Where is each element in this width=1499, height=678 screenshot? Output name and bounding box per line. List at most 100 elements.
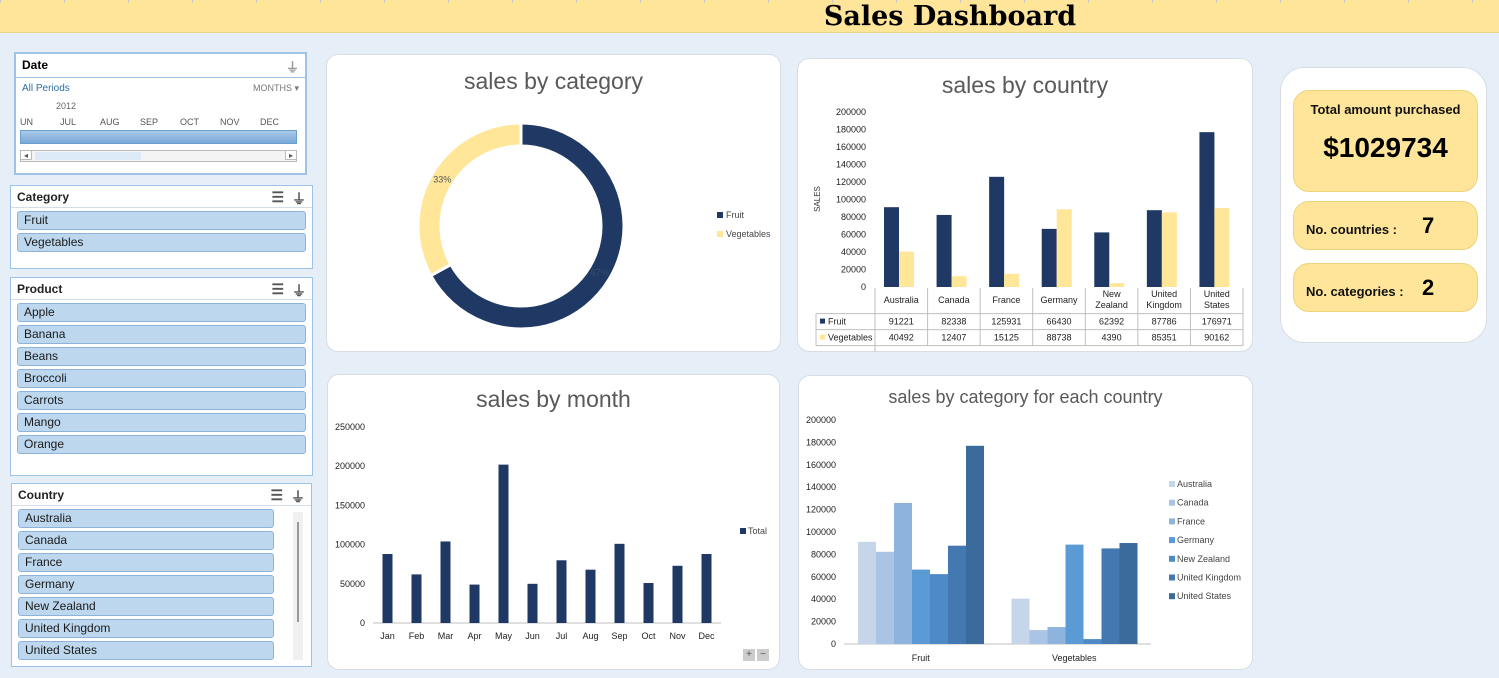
product-slicer: Product ☰ ⏚ Apple Banana Beans Broccoli C… bbox=[10, 277, 313, 476]
legend-label: France bbox=[1177, 516, 1205, 526]
legend-swatch bbox=[1169, 555, 1175, 562]
scroll-thumb[interactable] bbox=[297, 522, 299, 622]
legend-swatch bbox=[1169, 593, 1175, 600]
clear-filter-icon[interactable]: ⏚ bbox=[291, 487, 305, 507]
table-cell: 88738 bbox=[1046, 333, 1071, 343]
multi-select-icon[interactable]: ☰ bbox=[271, 189, 284, 209]
category-label: Vegetables bbox=[1052, 653, 1097, 663]
chart-zoom-controls: + − bbox=[743, 649, 769, 661]
country-item[interactable]: Australia bbox=[18, 509, 274, 528]
kpi-label: No. categories : bbox=[1306, 284, 1404, 299]
category-label: Dec bbox=[698, 631, 715, 641]
bar bbox=[614, 543, 625, 623]
table-cell: 125931 bbox=[991, 317, 1021, 327]
category-item-fruit[interactable]: Fruit bbox=[17, 211, 306, 230]
bar bbox=[1065, 544, 1084, 644]
clear-filter-icon[interactable]: ⏚ bbox=[292, 281, 306, 301]
country-item[interactable]: United Kingdom bbox=[18, 619, 274, 638]
tick-label: 250000 bbox=[335, 422, 365, 432]
multi-select-icon[interactable]: ☰ bbox=[271, 281, 284, 301]
product-item[interactable]: Orange bbox=[17, 435, 306, 454]
legend-swatch bbox=[1169, 499, 1175, 506]
table-cell: 82338 bbox=[941, 317, 966, 327]
bar bbox=[498, 464, 509, 623]
product-item[interactable]: Banana bbox=[17, 325, 306, 344]
tick-label: 40000 bbox=[811, 594, 836, 604]
scroll-left-icon[interactable]: ◂ bbox=[20, 150, 32, 160]
tick-label: 80000 bbox=[841, 212, 866, 222]
category-label: Oct bbox=[641, 631, 656, 641]
bar bbox=[1094, 232, 1110, 287]
country-item[interactable]: United States bbox=[18, 641, 274, 660]
bar bbox=[1214, 208, 1230, 287]
country-item[interactable]: Canada bbox=[18, 531, 274, 550]
category-label: Jan bbox=[380, 631, 395, 641]
date-slicer[interactable]: Date ⏚ All Periods MONTHS ▾ 2012 UN JUL … bbox=[14, 52, 307, 175]
category-label: Feb bbox=[409, 631, 425, 641]
tick-label: 120000 bbox=[806, 505, 836, 515]
country-bar-chart: 0 20000 40000 60000 80000 100000 120000 140000 1… bbox=[813, 107, 1244, 352]
card-sales-by-country: sales by country 0 20000 40000 60000 80000 10… bbox=[797, 58, 1253, 352]
clear-filter-icon[interactable]: ⏚ bbox=[292, 189, 306, 209]
bar bbox=[643, 583, 654, 623]
series-label: Vegetables bbox=[828, 333, 873, 343]
tick-label: 60000 bbox=[841, 230, 866, 240]
tick-label: 50000 bbox=[340, 579, 365, 589]
scroll-right-icon[interactable]: ▸ bbox=[285, 150, 297, 160]
vertical-scrollbar[interactable] bbox=[293, 512, 303, 660]
legend-swatch bbox=[1169, 518, 1175, 525]
timeline-selection-bar[interactable] bbox=[20, 130, 297, 144]
product-item[interactable]: Apple bbox=[17, 303, 306, 322]
zoom-in-icon[interactable]: + bbox=[743, 649, 755, 661]
timeline-scrollbar[interactable]: ◂ ▸ bbox=[20, 150, 297, 162]
category-label: Apr bbox=[467, 631, 481, 641]
tick-label: 100000 bbox=[335, 540, 365, 550]
bar bbox=[411, 574, 422, 623]
table-cell: 66430 bbox=[1046, 317, 1071, 327]
country-item[interactable]: France bbox=[18, 553, 274, 572]
category-label: Nov bbox=[669, 631, 686, 641]
tick-label: 160000 bbox=[836, 142, 866, 152]
product-item[interactable]: Broccoli bbox=[17, 369, 306, 388]
clear-filter-icon[interactable]: ⏚ bbox=[286, 57, 299, 76]
kpi-value: 7 bbox=[1422, 213, 1435, 238]
kpi-value: 2 bbox=[1422, 275, 1435, 300]
bar bbox=[936, 214, 952, 287]
bar bbox=[1161, 212, 1177, 287]
legend-label: United Kingdom bbox=[1177, 573, 1241, 583]
period-level-dropdown[interactable]: MONTHS ▾ bbox=[253, 83, 299, 94]
kpi-panel: Total amount purchased $1029734 No. coun… bbox=[1280, 67, 1487, 343]
category-slicer-title: Category bbox=[17, 189, 70, 204]
table-cell: 4390 bbox=[1102, 333, 1122, 343]
tick-label: 180000 bbox=[836, 125, 866, 135]
tick-label: 100000 bbox=[836, 195, 866, 205]
product-item[interactable]: Carrots bbox=[17, 391, 306, 410]
scroll-thumb[interactable] bbox=[35, 152, 141, 160]
table-cell: 62392 bbox=[1099, 317, 1124, 327]
category-label: United Kingdom bbox=[1146, 289, 1182, 310]
tick-label: 180000 bbox=[806, 437, 836, 447]
country-item[interactable]: Germany bbox=[18, 575, 274, 594]
tick-label: 60000 bbox=[811, 572, 836, 582]
category-item-vegetables[interactable]: Vegetables bbox=[17, 233, 306, 252]
tick-label: 0 bbox=[831, 639, 836, 649]
zoom-out-icon[interactable]: − bbox=[757, 649, 769, 661]
donut-chart: 67% 33% Fruit Vegetables bbox=[416, 121, 771, 331]
all-periods-link[interactable]: All Periods bbox=[22, 83, 70, 94]
tick-label: 140000 bbox=[806, 482, 836, 492]
legend-label: Canada bbox=[1177, 498, 1209, 508]
category-label: United States bbox=[1204, 289, 1230, 310]
product-item[interactable]: Beans bbox=[17, 347, 306, 366]
table-cell: 15125 bbox=[994, 333, 1019, 343]
legend-swatch bbox=[820, 318, 825, 324]
tick-label: 0 bbox=[360, 618, 365, 628]
legend-label: Total bbox=[748, 526, 767, 536]
category-label: New Zealand bbox=[1095, 289, 1128, 310]
bar bbox=[948, 545, 966, 644]
product-item[interactable]: Mango bbox=[17, 413, 306, 432]
category-label: Canada bbox=[938, 295, 970, 305]
timeline-month: NOV bbox=[220, 117, 240, 127]
bar bbox=[1011, 598, 1030, 644]
country-item[interactable]: New Zealand bbox=[18, 597, 274, 616]
multi-select-icon[interactable]: ☰ bbox=[270, 487, 283, 507]
